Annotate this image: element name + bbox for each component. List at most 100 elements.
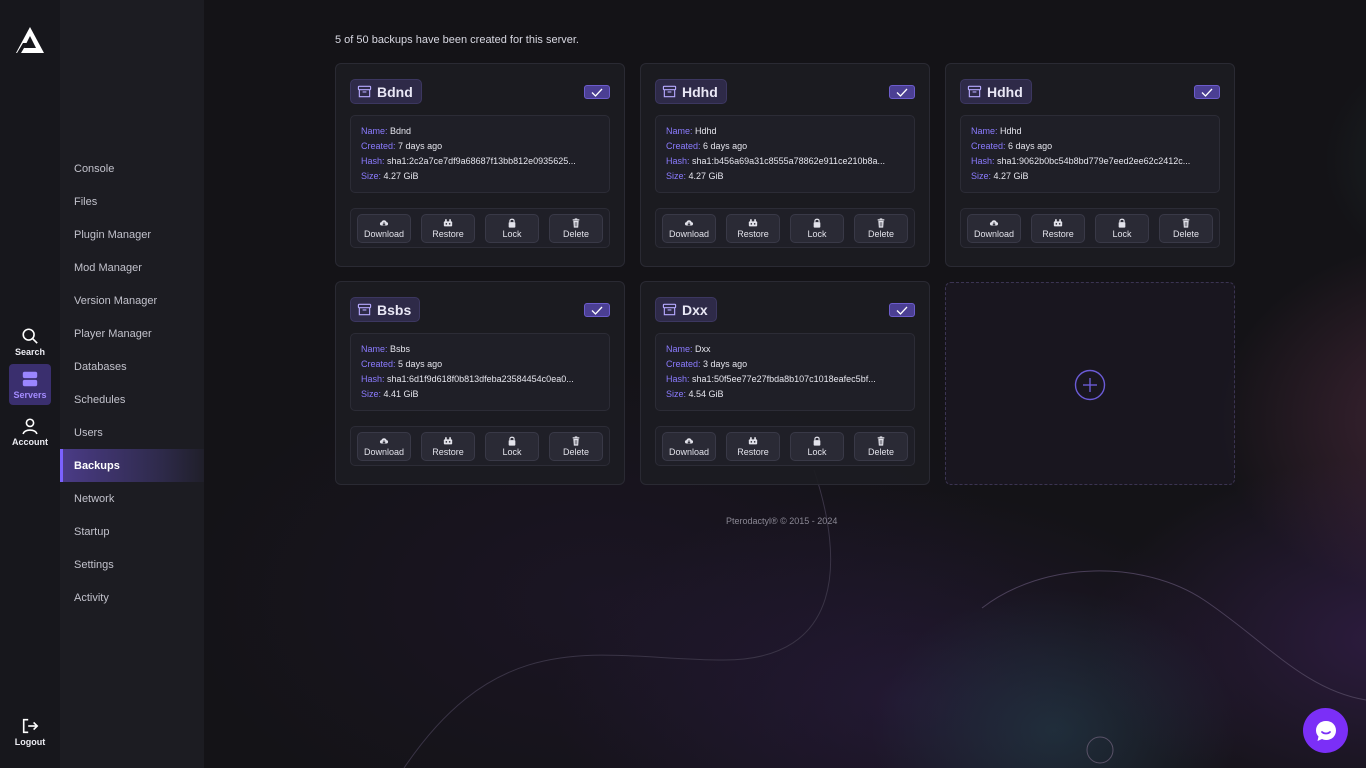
backup-hash-row: Hash: sha1:50f5ee77e27fbda8b107c1018eafe… — [666, 372, 904, 387]
lock-button[interactable]: Lock — [790, 214, 844, 243]
backup-created-label: Created: — [666, 141, 701, 151]
delete-button[interactable]: Delete — [854, 432, 908, 461]
backup-created-row: Created: 3 days ago — [666, 357, 904, 372]
backup-hash-row: Hash: sha1:6d1f9d618f0b813dfeba23584454c… — [361, 372, 599, 387]
restore-button[interactable]: Restore — [726, 432, 780, 461]
nav-item-files[interactable]: Files — [60, 185, 204, 218]
lock-button[interactable]: Lock — [485, 214, 539, 243]
backup-actions: Download Restore Lock Delete — [960, 208, 1220, 248]
nav-item-label: Startup — [74, 525, 110, 538]
download-button[interactable]: Download — [967, 214, 1021, 243]
backup-hash-label: Hash: — [971, 156, 995, 166]
nav-item-backups[interactable]: Backups — [60, 449, 204, 482]
backup-title-text: Bdnd — [377, 83, 413, 100]
backup-size-label: Size: — [666, 389, 687, 399]
check-icon — [896, 88, 908, 97]
create-backup-card[interactable] — [945, 282, 1235, 485]
backup-size-row: Size: 4.41 GiB — [361, 387, 599, 402]
archive-icon — [662, 303, 677, 316]
backup-created-value: 7 days ago — [398, 141, 443, 151]
download-icon — [684, 438, 694, 444]
check-icon — [896, 306, 908, 315]
lock-icon — [813, 218, 821, 228]
plus-circle-icon[interactable] — [1074, 369, 1106, 401]
nav-item-users[interactable]: Users — [60, 416, 204, 449]
backup-select-checkbox[interactable] — [889, 303, 915, 317]
restore-button[interactable]: Restore — [1031, 214, 1085, 243]
archive-icon — [357, 303, 372, 316]
rail-search[interactable]: Search — [9, 322, 51, 362]
restore-button-label: Restore — [737, 447, 769, 457]
lock-button-label: Lock — [502, 447, 522, 457]
backup-size-row: Size: 4.27 GiB — [971, 169, 1209, 184]
lock-button[interactable]: Lock — [485, 432, 539, 461]
backup-name-row: Name: Hdhd — [666, 124, 904, 139]
backup-created-row: Created: 6 days ago — [666, 139, 904, 154]
backup-created-label: Created: — [361, 359, 396, 369]
nav-item-activity[interactable]: Activity — [60, 581, 204, 614]
download-button[interactable]: Download — [662, 214, 716, 243]
lock-icon — [508, 218, 516, 228]
backup-actions: Download Restore Lock Delete — [655, 208, 915, 248]
lock-button-label: Lock — [807, 229, 827, 239]
delete-button-label: Delete — [867, 229, 894, 239]
nav-item-label: Settings — [74, 558, 114, 571]
backup-name-label: Name: — [971, 126, 998, 136]
backup-name-label: Name: — [361, 126, 388, 136]
rail-servers[interactable]: Servers — [9, 364, 51, 405]
backup-select-checkbox[interactable] — [889, 85, 915, 99]
backup-info: Name: Bsbs Created: 5 days ago Hash: sha1:… — [350, 333, 610, 411]
backup-select-checkbox[interactable] — [1194, 85, 1220, 99]
rail-servers-label: Servers — [13, 389, 47, 400]
archive-icon — [967, 85, 982, 98]
rail-account[interactable]: Account — [9, 412, 51, 452]
chat-button[interactable] — [1303, 708, 1348, 753]
lock-button[interactable]: Lock — [790, 432, 844, 461]
backup-select-checkbox[interactable] — [584, 303, 610, 317]
download-button-label: Download — [973, 229, 1015, 239]
restore-button[interactable]: Restore — [421, 214, 475, 243]
backup-name-row: Name: Bsbs — [361, 342, 599, 357]
backup-size-value: 4.41 GiB — [383, 389, 419, 399]
delete-button[interactable]: Delete — [549, 432, 603, 461]
nav-item-startup[interactable]: Startup — [60, 515, 204, 548]
nav-item-databases[interactable]: Databases — [60, 350, 204, 383]
nav-item-console[interactable]: Console — [60, 152, 204, 185]
lock-icon — [813, 436, 821, 446]
nav-item-label: Activity — [74, 591, 109, 604]
account-icon — [22, 418, 38, 435]
backup-hash-label: Hash: — [361, 156, 385, 166]
restore-button[interactable]: Restore — [726, 214, 780, 243]
nav-item-plugin-manager[interactable]: Plugin Manager — [60, 218, 204, 251]
logo-icon[interactable] — [14, 24, 46, 56]
nav-item-player-manager[interactable]: Player Manager — [60, 317, 204, 350]
nav-item-version-manager[interactable]: Version Manager — [60, 284, 204, 317]
nav-item-label: Version Manager — [74, 294, 158, 307]
server-nav: Console Files Plugin Manager Mod Manager… — [60, 0, 204, 768]
download-button[interactable]: Download — [357, 214, 411, 243]
delete-button[interactable]: Delete — [1159, 214, 1213, 243]
check-icon — [591, 88, 603, 97]
lock-icon — [1118, 218, 1126, 228]
lock-button[interactable]: Lock — [1095, 214, 1149, 243]
backup-size-value: 4.27 GiB — [688, 171, 724, 181]
logout-icon — [22, 718, 39, 734]
download-button-label: Download — [363, 447, 405, 457]
nav-item-label: Users — [74, 426, 103, 439]
download-button[interactable]: Download — [357, 432, 411, 461]
download-button[interactable]: Download — [662, 432, 716, 461]
rail-account-label: Account — [12, 437, 48, 447]
backup-info: Name: Bdnd Created: 7 days ago Hash: sha1:… — [350, 115, 610, 193]
backup-size-label: Size: — [971, 171, 992, 181]
nav-item-network[interactable]: Network — [60, 482, 204, 515]
nav-item-settings[interactable]: Settings — [60, 548, 204, 581]
backup-select-checkbox[interactable] — [584, 85, 610, 99]
delete-button[interactable]: Delete — [549, 214, 603, 243]
nav-item-mod-manager[interactable]: Mod Manager — [60, 251, 204, 284]
restore-button[interactable]: Restore — [421, 432, 475, 461]
rail-logout[interactable]: Logout — [9, 712, 51, 752]
backup-name-value: Bdnd — [390, 126, 412, 136]
lock-button-label: Lock — [1112, 229, 1132, 239]
nav-item-schedules[interactable]: Schedules — [60, 383, 204, 416]
delete-button[interactable]: Delete — [854, 214, 908, 243]
